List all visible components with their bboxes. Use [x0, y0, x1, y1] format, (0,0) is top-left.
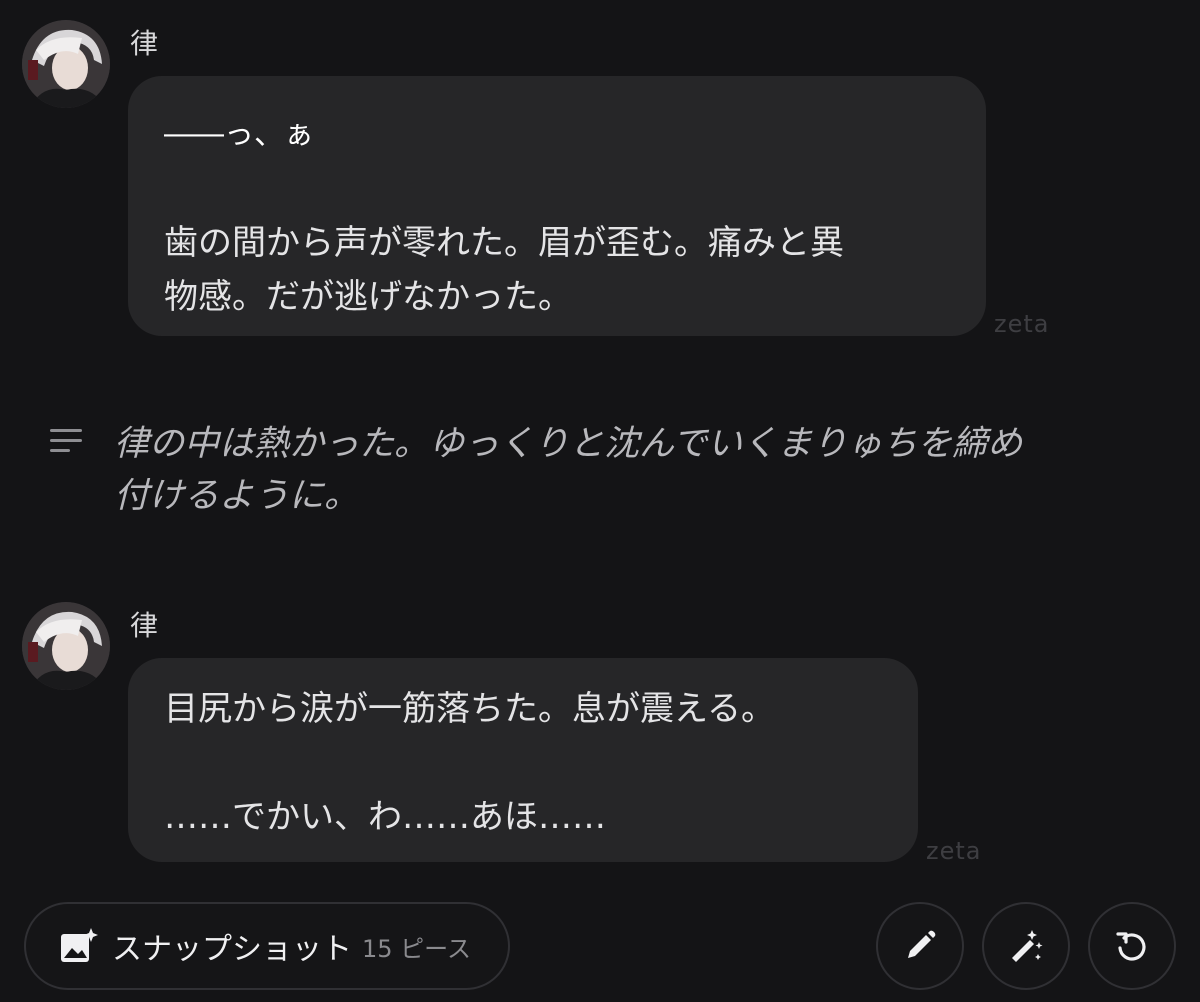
snapshot-count: 15 ピース: [362, 934, 471, 963]
magic-button[interactable]: [982, 902, 1070, 990]
lines-icon: [50, 429, 82, 452]
character-portrait-icon: [22, 20, 110, 108]
refresh-icon: [1116, 932, 1146, 961]
sender-name: 律: [130, 609, 159, 642]
regenerate-button[interactable]: [1088, 902, 1176, 990]
image-sparkle-icon: [61, 928, 98, 962]
message-spacer: [164, 162, 950, 216]
snapshot-button[interactable]: スナップショット 15 ピース: [24, 902, 510, 990]
message-line: 目尻から涙が一筋落ちた。息が震える。: [164, 689, 775, 729]
narration-text: 律の中は熱かった。ゆっくりと沈んでいくまりゅちを締め 付けるように。: [114, 418, 1174, 522]
avatar[interactable]: [22, 602, 110, 690]
character-portrait-icon: [22, 602, 110, 690]
message-spacer: [164, 736, 882, 790]
magic-wand-icon: [1012, 930, 1043, 962]
narration-line: 律の中は熱かった。ゆっくりと沈んでいくまりゅちを締め: [114, 424, 1023, 464]
chat-screen: 律 ――っ、ぁ 歯の間から声が零れた。眉が歪む。痛みと異 物感。だが逃げなかった…: [0, 0, 1200, 1002]
avatar[interactable]: [22, 20, 110, 108]
message-line: 歯の間から声が零れた。眉が歪む。痛みと異: [164, 223, 844, 263]
sender-name: 律: [130, 27, 159, 60]
pencil-icon: [908, 930, 936, 958]
narration-line: 付けるように。: [114, 476, 360, 516]
message-bubble: ――っ、ぁ 歯の間から声が零れた。眉が歪む。痛みと異 物感。だが逃げなかった。: [128, 76, 986, 336]
message-line: ……でかい、わ……あほ……: [164, 797, 606, 837]
message-line: ――っ、ぁ: [164, 117, 314, 152]
snapshot-label: スナップショット: [112, 932, 352, 967]
zeta-watermark: zeta: [926, 837, 982, 865]
message-line: 物感。だが逃げなかった。: [164, 277, 572, 317]
edit-button[interactable]: [876, 902, 964, 990]
zeta-watermark: zeta: [994, 310, 1050, 338]
message-bubble: 目尻から涙が一筋落ちた。息が震える。 ……でかい、わ……あほ……: [128, 658, 918, 862]
